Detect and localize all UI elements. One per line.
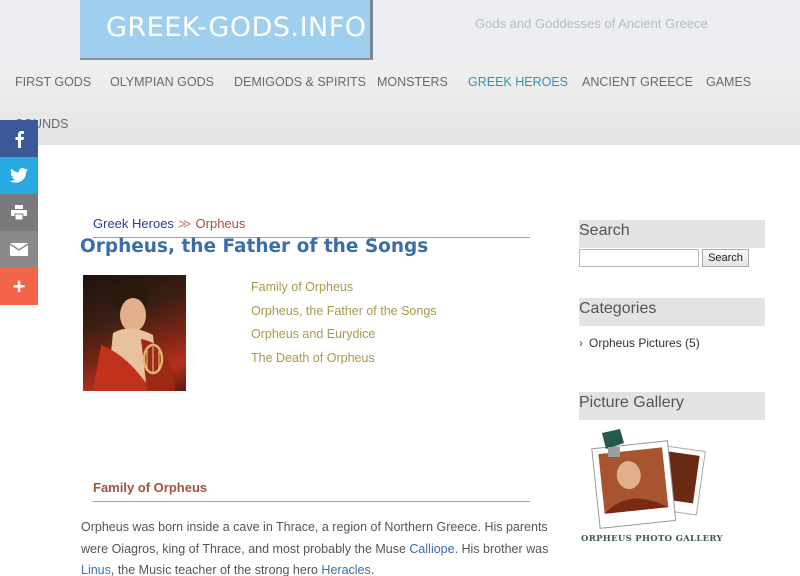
nav-item-greek-heroes[interactable]: GREEK HEROES	[468, 75, 568, 89]
toc-link-death[interactable]: The Death of Orpheus	[251, 350, 437, 374]
nav-item-demigods-spirits[interactable]: DEMIGODS & SPIRITS	[234, 75, 366, 89]
nav-item-olympian-gods[interactable]: OLYMPIAN GODS	[110, 75, 214, 89]
page-title: Orpheus, the Father of the Songs	[80, 236, 429, 257]
facebook-icon[interactable]	[0, 120, 38, 157]
category-item[interactable]: › Orpheus Pictures (5)	[579, 336, 700, 350]
nav-item-ancient-greece[interactable]: ANCIENT GREECE	[582, 75, 693, 89]
social-share-bar: +	[0, 120, 38, 305]
search-widget-title: Search	[579, 220, 765, 248]
nav-item-first-gods[interactable]: FIRST GODS	[15, 75, 91, 89]
email-icon[interactable]	[0, 231, 38, 268]
nav-item-monsters[interactable]: MONSTERS	[377, 75, 448, 89]
twitter-icon[interactable]	[0, 157, 38, 194]
logo-text: GREEK-GODS.INFO	[106, 12, 367, 43]
paragraph-text: , the Music teacher of the strong hero	[110, 563, 322, 576]
toc-link-family[interactable]: Family of Orpheus	[251, 279, 437, 303]
category-label: Orpheus Pictures (5)	[589, 336, 700, 350]
nav-item-games[interactable]: GAMES	[706, 75, 751, 89]
site-tagline: Gods and Goddesses of Ancient Greece	[475, 16, 708, 31]
gallery-widget-title: Picture Gallery	[579, 392, 765, 420]
table-of-contents: Family of Orpheus Orpheus, the Father of…	[251, 279, 437, 373]
search-input[interactable]	[579, 249, 699, 267]
plus-icon[interactable]: +	[0, 268, 38, 305]
toc-link-father-of-songs[interactable]: Orpheus, the Father of the Songs	[251, 303, 437, 327]
breadcrumb: Greek Heroes ≫ Orpheus	[93, 216, 245, 232]
orpheus-painting[interactable]	[83, 275, 186, 391]
paragraph-text: .	[370, 563, 375, 576]
breadcrumb-parent-link[interactable]: Greek Heroes	[93, 216, 174, 231]
heracles-link[interactable]: Heracles	[321, 563, 370, 576]
search-button[interactable]: Search	[702, 249, 749, 267]
linus-link[interactable]: Linus	[81, 563, 111, 576]
site-logo[interactable]: GREEK-GODS.INFO	[80, 0, 373, 60]
section-paragraph: Orpheus was born inside a cave in Thrace…	[81, 517, 551, 576]
calliope-link[interactable]: Calliope	[409, 542, 454, 556]
breadcrumb-separator: ≫	[177, 216, 192, 231]
section-divider	[93, 501, 530, 502]
chevron-right-icon: ›	[579, 336, 583, 350]
section-title: Family of Orpheus	[93, 480, 208, 495]
gallery-caption: ORPHEUS PHOTO GALLERY	[581, 534, 723, 544]
paragraph-text: . His brother was	[454, 541, 549, 556]
print-icon[interactable]	[0, 194, 38, 231]
breadcrumb-current: Orpheus	[195, 216, 246, 231]
toc-link-eurydice[interactable]: Orpheus and Eurydice	[251, 326, 437, 350]
main-nav: FIRST GODS OLYMPIAN GODS DEMIGODS & SPIR…	[0, 61, 800, 145]
categories-widget-title: Categories	[579, 298, 765, 326]
